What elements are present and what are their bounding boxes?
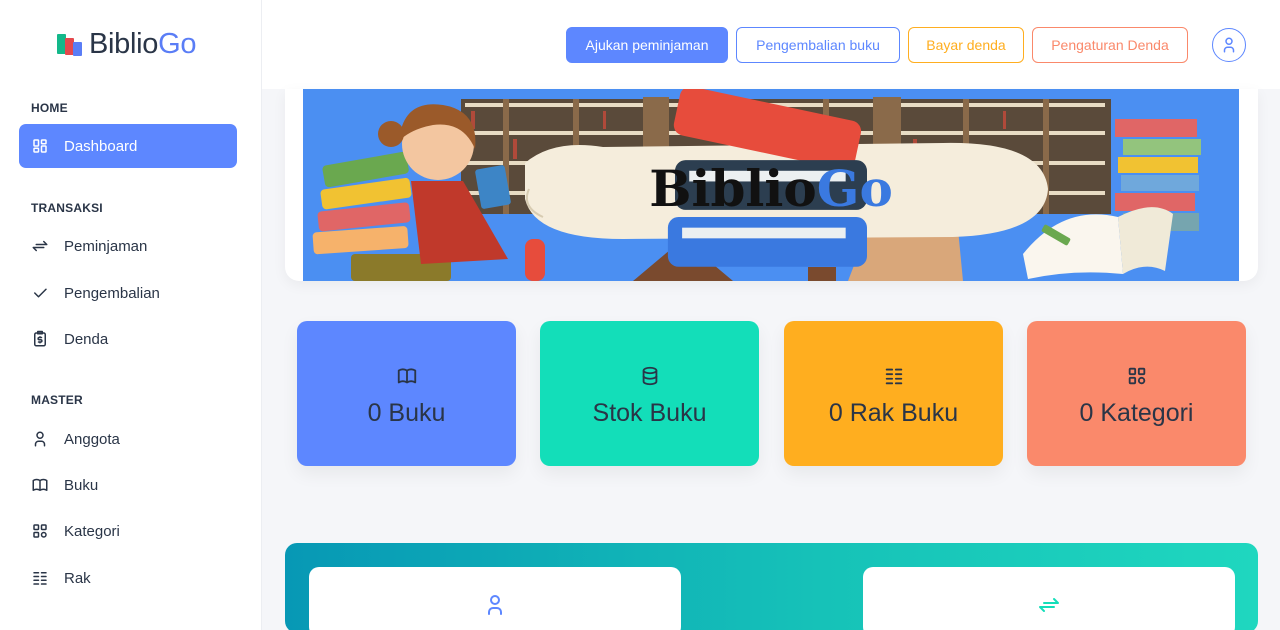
sidebar-item-label: Anggota [64, 430, 120, 448]
list-details-icon [885, 368, 902, 385]
sidebar-item-rak[interactable]: Rak [19, 556, 237, 600]
dashboard-icon [31, 137, 49, 155]
user-icon [1223, 37, 1235, 53]
pengembalian-buku-button[interactable]: Pengembalian buku [736, 27, 900, 63]
stat-card-kategori[interactable]: 0 Kategori [1027, 321, 1246, 466]
arrows-exchange-icon [1039, 598, 1059, 612]
sidebar-item-label: Dashboard [64, 137, 138, 155]
book-icon [397, 368, 416, 384]
stat-value: Stok Buku [592, 399, 707, 427]
nav-section-home: HOME [31, 101, 68, 115]
stat-card-rak-buku[interactable]: 0 Rak Buku [784, 321, 1003, 466]
bayar-denda-button[interactable]: Bayar denda [908, 27, 1024, 63]
sidebar-item-label: Pengembalian [64, 284, 160, 302]
banner-image: Biblio Go [303, 89, 1239, 281]
banner-title-part1: Biblio [649, 158, 817, 218]
check-icon [31, 284, 49, 302]
category-icon [1128, 367, 1145, 385]
sidebar-item-label: Kategori [64, 522, 120, 540]
peminjaman-card[interactable] [863, 567, 1235, 630]
user-icon [488, 595, 502, 615]
ajukan-peminjaman-button[interactable]: Ajukan peminjaman [566, 27, 728, 63]
brand-name-part2: Go [158, 28, 197, 60]
user-icon [31, 430, 49, 448]
stat-value: 0 Buku [367, 399, 446, 427]
stat-card-stok-buku[interactable]: Stok Buku [540, 321, 759, 466]
stat-value: 0 Kategori [1079, 399, 1194, 427]
sidebar-item-label: Rak [64, 569, 91, 587]
sidebar: BiblioGo HOME Dashboard TRANSAKSI Peminj… [0, 0, 262, 630]
sidebar-item-buku[interactable]: Buku [19, 463, 237, 507]
category-icon [31, 522, 49, 540]
database-icon [642, 366, 657, 386]
topbar: Ajukan peminjaman Pengembalian buku Baya… [262, 0, 1280, 89]
anggota-card[interactable] [309, 567, 681, 630]
sidebar-item-peminjaman[interactable]: Peminjaman [19, 224, 237, 268]
nav-section-master: MASTER [31, 393, 83, 407]
sidebar-item-label: Denda [64, 330, 109, 348]
sidebar-item-anggota[interactable]: Anggota [19, 417, 237, 461]
sidebar-item-dashboard[interactable]: Dashboard [19, 124, 237, 168]
arrows-exchange-icon [31, 237, 49, 255]
receipt-dollar-icon [31, 330, 49, 348]
profile-button[interactable] [1212, 28, 1246, 62]
books-logo-icon [55, 30, 85, 60]
brand-logo[interactable]: BiblioGo [55, 28, 197, 61]
brand-name-part1: Biblio [89, 28, 159, 60]
banner-title: Biblio Go [303, 89, 1239, 281]
list-details-icon [31, 569, 49, 587]
banner-title-part2: Go [816, 158, 893, 218]
stat-value: 0 Rak Buku [828, 399, 959, 427]
sidebar-item-label: Peminjaman [64, 237, 148, 255]
sidebar-item-kategori[interactable]: Kategori [19, 509, 237, 553]
pengaturan-denda-button[interactable]: Pengaturan Denda [1032, 27, 1188, 63]
stat-card-buku[interactable]: 0 Buku [297, 321, 516, 466]
sidebar-item-label: Buku [64, 476, 99, 494]
sidebar-item-denda[interactable]: Denda [19, 317, 237, 361]
sidebar-item-pengembalian[interactable]: Pengembalian [19, 271, 237, 315]
brand-name: BiblioGo [89, 28, 197, 61]
book-icon [31, 476, 49, 494]
nav-section-transaksi: TRANSAKSI [31, 201, 103, 215]
